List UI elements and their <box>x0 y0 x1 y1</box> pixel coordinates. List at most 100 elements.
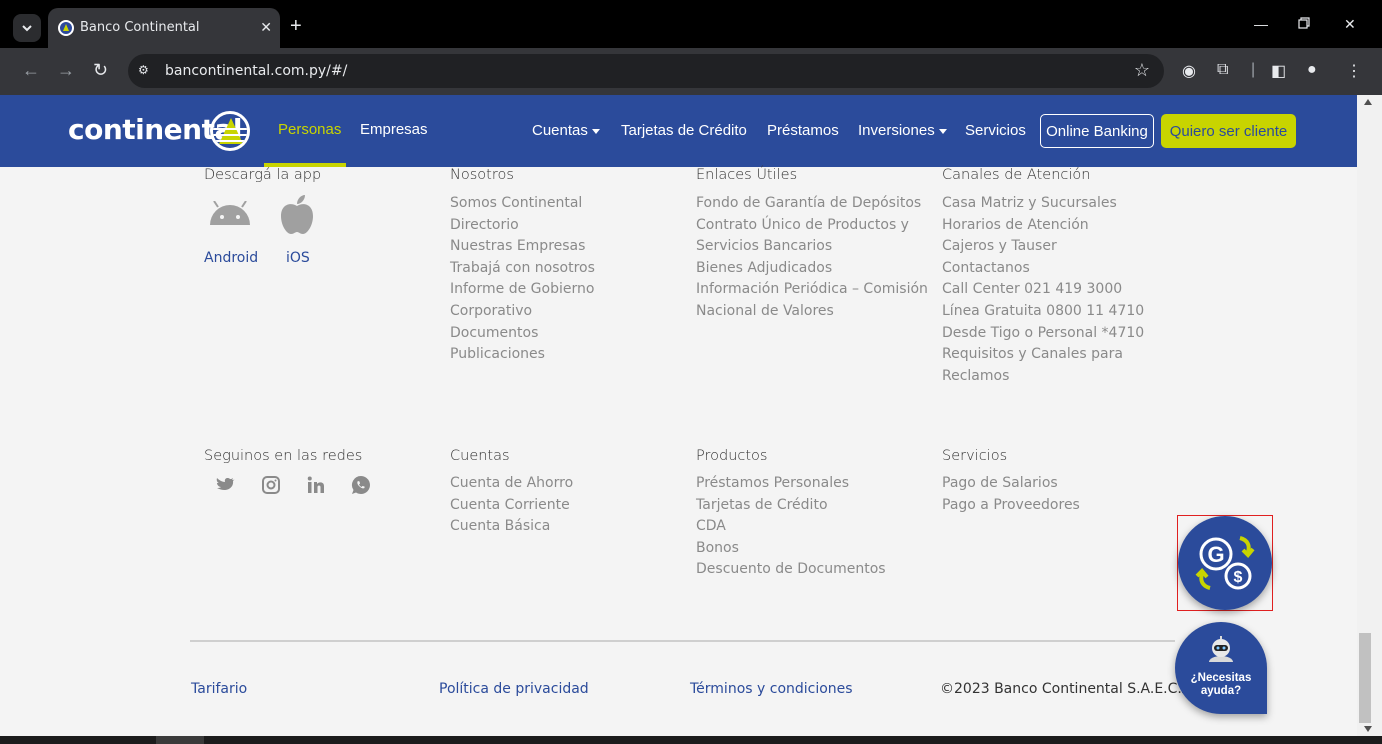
android-icon[interactable] <box>208 201 252 227</box>
list-item[interactable]: Contrato Único de Productos y <box>696 215 928 237</box>
cuentas-list: Cuenta de Ahorro Cuenta Corriente Cuenta… <box>450 473 573 538</box>
scroll-thumb[interactable] <box>1359 633 1371 723</box>
cuentas-title: Cuentas <box>450 448 510 464</box>
list-item[interactable]: Nuestras Empresas <box>450 236 595 258</box>
list-item[interactable]: CDA <box>696 516 886 538</box>
profile-icon[interactable]: ● <box>1307 61 1317 79</box>
servicios-list: Pago de Salarios Pago a Proveedores <box>942 473 1080 516</box>
tab-bar: Banco Continental ✕ + — ✕ <box>0 0 1382 48</box>
instagram-icon[interactable] <box>261 475 281 495</box>
list-item[interactable]: Trabajá con nosotros <box>450 258 595 280</box>
list-item[interactable]: Publicaciones <box>450 344 595 366</box>
list-item[interactable]: Desde Tigo o Personal *4710 <box>942 323 1144 345</box>
app-title: Descargá la app <box>204 167 322 183</box>
apple-icon[interactable] <box>279 194 315 236</box>
forward-icon[interactable]: → <box>57 60 75 81</box>
currency-exchange-button[interactable]: G $ <box>1178 516 1272 610</box>
list-item[interactable]: Descuento de Documentos <box>696 559 886 581</box>
twitter-icon[interactable] <box>216 475 236 495</box>
servicios-title: Servicios <box>942 448 1008 464</box>
side-panel-icon[interactable]: ◧ <box>1271 61 1286 81</box>
list-item[interactable]: Directorio <box>450 215 595 237</box>
android-link[interactable]: Android <box>204 250 258 266</box>
list-item[interactable]: Bienes Adjudicados <box>696 258 928 280</box>
list-item[interactable]: Información Periódica – Comisión <box>696 279 928 301</box>
list-item[interactable]: Nacional de Valores <box>696 301 928 323</box>
help-label: ¿Necesitas ayuda? <box>1190 672 1252 697</box>
close-tab-icon[interactable]: ✕ <box>260 19 272 36</box>
site-navbar: continental Personas Empresas Cuentas Ta… <box>0 95 1357 167</box>
productos-list: Préstamos Personales Tarjetas de Crédito… <box>696 473 886 581</box>
list-item[interactable]: Reclamos <box>942 366 1144 388</box>
scroll-down-icon[interactable] <box>1364 726 1372 732</box>
menu-prestamos[interactable]: Préstamos <box>767 122 839 139</box>
address-bar[interactable]: ⚙ bancontinental.com.py/#/ ☆ <box>128 54 1164 88</box>
menu-servicios[interactable]: Servicios <box>965 122 1026 139</box>
url-text[interactable]: bancontinental.com.py/#/ <box>165 63 347 79</box>
minimize-icon[interactable]: — <box>1254 16 1268 32</box>
list-item[interactable]: Cajeros y Tauser <box>942 236 1144 258</box>
privacidad-link[interactable]: Política de privacidad <box>439 681 589 697</box>
quiero-ser-cliente-button[interactable]: Quiero ser cliente <box>1161 114 1296 148</box>
scroll-up-icon[interactable] <box>1364 99 1372 105</box>
list-item[interactable]: Servicios Bancarios <box>696 236 928 258</box>
bookmark-star-icon[interactable]: ☆ <box>1134 60 1150 81</box>
list-item[interactable]: Documentos <box>450 323 595 345</box>
redes-title: Seguinos en las redes <box>204 448 363 464</box>
browser-tab[interactable]: Banco Continental ✕ <box>48 8 280 48</box>
favicon-icon <box>58 20 74 36</box>
canales-list: Casa Matriz y Sucursales Horarios de Ate… <box>942 193 1144 387</box>
tarifario-link[interactable]: Tarifario <box>191 681 247 697</box>
nosotros-list: Somos Continental Directorio Nuestras Em… <box>450 193 595 366</box>
list-item[interactable]: Cuenta de Ahorro <box>450 473 573 495</box>
restore-icon[interactable] <box>1298 16 1310 32</box>
tab-empresas[interactable]: Empresas <box>360 121 428 138</box>
online-banking-button[interactable]: Online Banking <box>1040 114 1154 148</box>
ios-link[interactable]: iOS <box>286 250 310 266</box>
list-item[interactable]: Línea Gratuita 0800 11 4710 <box>942 301 1144 323</box>
list-item[interactable]: Bonos <box>696 538 886 560</box>
list-item[interactable]: Contactanos <box>942 258 1144 280</box>
list-item[interactable]: Casa Matriz y Sucursales <box>942 193 1144 215</box>
list-item[interactable]: Corporativo <box>450 301 595 323</box>
menu-dots-icon[interactable]: ⋮ <box>1346 61 1362 81</box>
back-icon[interactable]: ← <box>22 60 40 81</box>
currency-exchange-icon: G $ <box>1195 536 1255 590</box>
list-item[interactable]: Requisitos y Canales para <box>942 344 1144 366</box>
list-item[interactable]: Somos Continental <box>450 193 595 215</box>
page-viewport: continental Personas Empresas Cuentas Ta… <box>0 95 1357 736</box>
whatsapp-icon[interactable] <box>351 475 371 495</box>
site-info-icon[interactable]: ⚙ <box>138 63 154 79</box>
nosotros-title: Nosotros <box>450 167 514 183</box>
svg-text:$: $ <box>1234 569 1243 586</box>
menu-inversiones[interactable]: Inversiones <box>858 122 947 139</box>
linkedin-icon[interactable] <box>306 475 326 495</box>
tab-personas[interactable]: Personas <box>278 121 341 138</box>
copyright-text: ©2023 Banco Continental S.A.E.C.A <box>940 681 1192 697</box>
list-item[interactable]: Pago a Proveedores <box>942 495 1080 517</box>
enlaces-title: Enlaces Útiles <box>696 167 798 183</box>
help-chat-button[interactable]: ¿Necesitas ayuda? <box>1175 622 1267 714</box>
list-item[interactable]: Pago de Salarios <box>942 473 1080 495</box>
list-item[interactable]: Horarios de Atención <box>942 215 1144 237</box>
menu-cuentas[interactable]: Cuentas <box>532 122 600 139</box>
list-item[interactable]: Tarjetas de Crédito <box>696 495 886 517</box>
extensions-icon[interactable]: ⧉ <box>1217 61 1228 79</box>
list-item[interactable]: Fondo de Garantía de Depósitos <box>696 193 928 215</box>
close-window-icon[interactable]: ✕ <box>1344 16 1356 33</box>
menu-tarjetas[interactable]: Tarjetas de Crédito <box>621 122 747 139</box>
new-tab-button[interactable]: + <box>290 16 302 36</box>
logo-icon[interactable] <box>210 111 250 151</box>
enlaces-list: Fondo de Garantía de Depósitos Contrato … <box>696 193 928 323</box>
reload-icon[interactable]: ↻ <box>93 60 108 81</box>
list-item[interactable]: Cuenta Corriente <box>450 495 573 517</box>
page-scrollbar[interactable] <box>1357 95 1382 736</box>
terminos-link[interactable]: Términos y condiciones <box>690 681 853 697</box>
incognito-extension-icon[interactable]: ◉ <box>1182 61 1196 81</box>
tab-search-button[interactable] <box>13 14 41 42</box>
list-item[interactable]: Call Center 021 419 3000 <box>942 279 1144 301</box>
svg-text:G: G <box>1207 542 1224 567</box>
list-item[interactable]: Informe de Gobierno <box>450 279 595 301</box>
list-item[interactable]: Préstamos Personales <box>696 473 886 495</box>
list-item[interactable]: Cuenta Básica <box>450 516 573 538</box>
